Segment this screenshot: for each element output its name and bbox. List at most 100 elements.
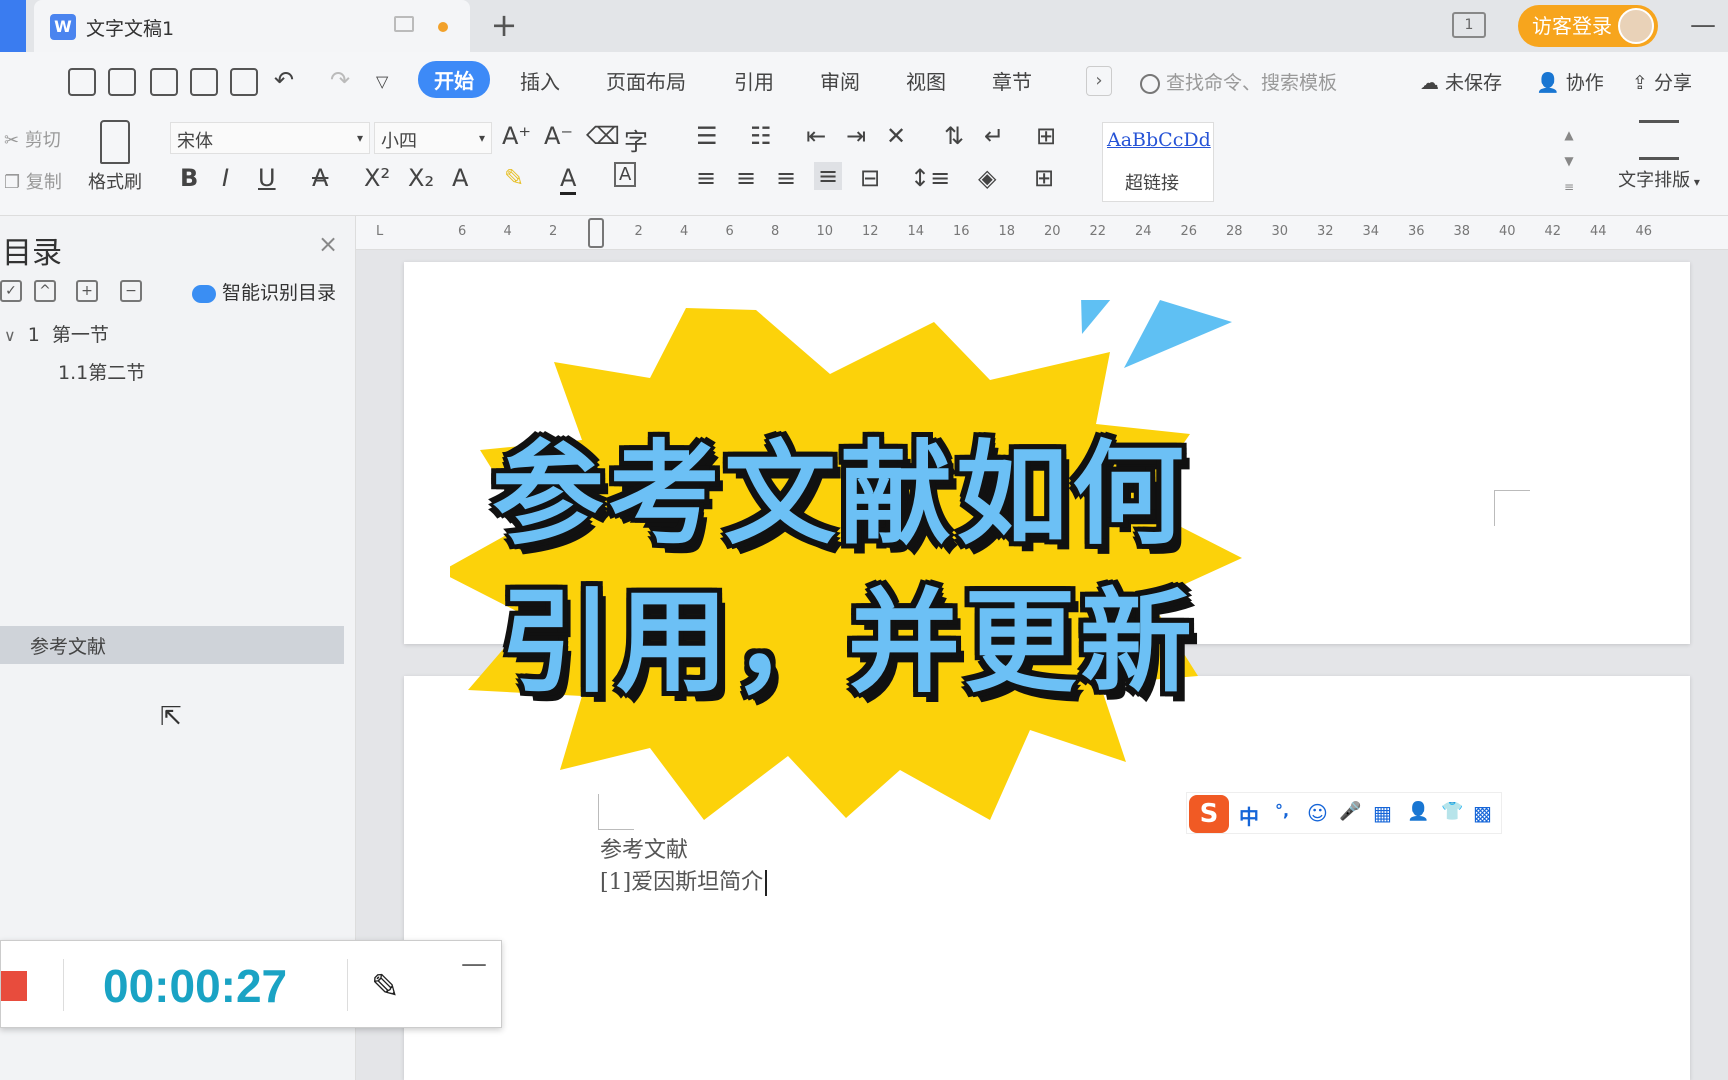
chevron-down-icon[interactable]: ∨ [4, 326, 16, 345]
guest-login-button[interactable]: 访客登录 [1518, 5, 1658, 47]
strikethrough-icon[interactable]: A [312, 164, 328, 192]
skin-shirt-icon[interactable]: 👕 [1441, 801, 1463, 822]
ruler-toggle-icon[interactable]: ⊞ [1036, 122, 1056, 150]
undo-icon[interactable]: ↶ [274, 66, 294, 94]
justify-icon[interactable]: ≡ [814, 162, 843, 190]
tab-view[interactable]: 视图 [906, 66, 946, 95]
ruler-tick: 16 [953, 224, 970, 239]
emoji-icon[interactable]: ☺ [1307, 801, 1328, 825]
window-count-icon[interactable]: 1 [1452, 12, 1486, 38]
shading-icon[interactable]: ◈ [978, 164, 996, 192]
monitor-icon[interactable] [394, 16, 414, 32]
collapse-up-icon[interactable]: ^ [34, 280, 56, 302]
open-folder-icon[interactable] [68, 68, 96, 96]
horizontal-ruler[interactable]: L 6 4 2 2 4 6 8 10 12 14 16 18 20 22 24 26 28 30 32 34 36 38 4… [356, 216, 1728, 250]
checkbox-icon[interactable]: ✓ [0, 280, 22, 302]
style-gallery-item[interactable]: AaBbCcDd 超链接 [1102, 122, 1214, 202]
redo-icon[interactable]: ↷ [330, 66, 350, 94]
subscript-icon[interactable]: X₂ [408, 164, 434, 192]
numbering-icon[interactable]: ☷ [750, 122, 772, 150]
tab-insert[interactable]: 插入 [520, 66, 560, 95]
ruler-tick: 14 [907, 224, 925, 239]
save-icon[interactable] [108, 68, 136, 96]
print-icon[interactable] [190, 68, 218, 96]
format-painter-button[interactable]: 格式刷 [80, 120, 150, 194]
italic-icon[interactable]: I [222, 164, 229, 192]
tab-references[interactable]: 引用 [734, 66, 774, 95]
reference-entry[interactable]: [1]爱因斯坦简介 [600, 864, 768, 896]
share-button[interactable]: ⇪ 分享 [1632, 68, 1692, 95]
ruler-tick: 28 [1226, 224, 1243, 239]
copy-button[interactable]: ❐ 复制 [4, 168, 62, 194]
keyboard-icon[interactable]: ▦ [1373, 801, 1392, 825]
highlight-icon[interactable]: ✎ [504, 164, 524, 192]
distributed-icon[interactable]: ⊟ [860, 164, 880, 192]
clear-format-icon[interactable]: ⌫ [586, 122, 620, 150]
expand-plus-icon[interactable]: + [76, 280, 98, 302]
writer-icon: W [50, 14, 76, 40]
new-tab-button[interactable]: + [486, 8, 522, 44]
toolbox-icon[interactable]: ▩ [1473, 801, 1492, 825]
ai-icon [192, 284, 216, 303]
indent-marker[interactable] [588, 218, 604, 248]
chinese-layout-icon[interactable]: ✕ [886, 122, 906, 150]
phonetic-icon[interactable]: 字 [624, 122, 648, 157]
show-marks-icon[interactable]: ↵ [984, 122, 1004, 150]
microphone-icon[interactable]: 🎤 [1339, 801, 1361, 822]
borders-icon[interactable]: ⊞ [1034, 164, 1054, 192]
cut-button[interactable]: ✂ 剪切 [4, 126, 61, 152]
increase-indent-icon[interactable]: ⇥ [846, 122, 866, 150]
char-border-icon[interactable]: A [614, 162, 637, 187]
ruler-tick: 46 [1635, 224, 1653, 239]
align-center-icon[interactable]: ≡ [736, 164, 756, 192]
close-icon[interactable]: × [318, 230, 338, 258]
tab-review[interactable]: 审阅 [820, 66, 860, 95]
tab-page-layout[interactable]: 页面布局 [606, 66, 686, 95]
font-name-select[interactable]: 宋体 ▾ [170, 122, 370, 154]
text-effect-icon[interactable]: A [452, 164, 468, 192]
headline-line-1: 参考文献如何 [492, 430, 1188, 560]
tab-section[interactable]: 章节 [992, 66, 1032, 95]
pen-annotate-icon[interactable]: ✎ [371, 967, 400, 1007]
tab-home[interactable]: 开始 [418, 61, 490, 98]
superscript-icon[interactable]: X² [364, 164, 390, 192]
decrease-indent-icon[interactable]: ⇤ [806, 122, 826, 150]
home-tab[interactable] [0, 0, 26, 52]
avatar-icon [1618, 8, 1654, 44]
bold-icon[interactable]: B [180, 164, 198, 192]
text-layout-button[interactable]: 文字排版 ▾ [1604, 120, 1714, 192]
more-tabs-button[interactable]: › [1086, 66, 1112, 96]
toc-item-references[interactable]: 参考文献 [0, 626, 344, 664]
cloud-unsaved-button[interactable]: ☁ 未保存 [1420, 68, 1502, 95]
export-icon[interactable] [150, 68, 178, 96]
ime-punctuation-icon[interactable]: °, [1275, 801, 1289, 820]
user-icon[interactable]: 👤 [1407, 801, 1429, 822]
customize-icon[interactable]: ▽ [376, 72, 388, 91]
mouse-cursor-icon: ⇱ [160, 702, 182, 732]
toc-item-section-1-1[interactable]: 1.1第二节 [58, 358, 145, 385]
grow-font-icon[interactable]: A⁺ [502, 122, 531, 150]
align-right-icon[interactable]: ≡ [776, 164, 796, 192]
shrink-font-icon[interactable]: A⁻ [544, 122, 573, 150]
minimize-button[interactable]: — [1690, 10, 1716, 40]
print-preview-icon[interactable] [230, 68, 258, 96]
collapse-minus-icon[interactable]: − [120, 280, 142, 302]
underline-icon[interactable]: U [258, 164, 276, 192]
style-gallery-scroll[interactable]: ▲ ▼ ≡ [1560, 122, 1578, 202]
command-search[interactable]: 查找命令、搜索模板 [1140, 68, 1337, 95]
smart-toc-button[interactable]: 智能识别目录 [192, 278, 336, 305]
stop-recording-button[interactable] [1, 971, 27, 1001]
font-size-select[interactable]: 小四 ▾ [374, 122, 492, 154]
bullets-icon[interactable]: ☰ [696, 122, 718, 150]
collaborate-button[interactable]: 👤 协作 [1536, 68, 1604, 95]
ruler-tick: 34 [1362, 224, 1380, 239]
sort-icon[interactable]: ⇅ [944, 122, 964, 150]
toc-item-section-1[interactable]: ∨ 1 第一节 [4, 320, 109, 347]
document-tab[interactable]: W 文字文稿1 [34, 0, 470, 52]
ruler-tick: 12 [862, 224, 879, 239]
ruler-tick: 26 [1180, 224, 1198, 239]
font-color-icon[interactable]: A [560, 164, 577, 195]
line-spacing-icon[interactable]: ↕≡ [910, 164, 950, 192]
align-left-icon[interactable]: ≡ [696, 164, 716, 192]
recorder-minimize-button[interactable]: — [461, 949, 487, 979]
